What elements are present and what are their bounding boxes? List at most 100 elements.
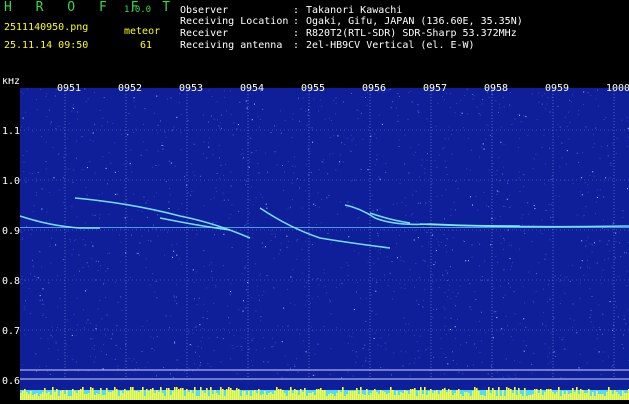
noise-dot: [194, 175, 195, 176]
noise-dot: [402, 202, 403, 203]
noise-dot: [233, 122, 234, 123]
noise-dot: [505, 295, 506, 296]
noise-dot: [46, 116, 47, 117]
noise-dot: [96, 261, 97, 262]
noise-dot: [375, 165, 376, 166]
signal-bar: [142, 387, 144, 400]
noise-dot: [331, 313, 332, 314]
noise-dot: [162, 142, 163, 143]
noise-dot: [340, 154, 341, 155]
noise-dot: [404, 164, 405, 165]
noise-dot: [24, 306, 25, 307]
noise-dot: [94, 345, 95, 346]
noise-dot: [154, 350, 155, 351]
noise-dot: [482, 362, 483, 363]
noise-dot: [433, 309, 434, 310]
noise-dot: [296, 259, 297, 260]
signal-bar: [510, 389, 512, 400]
noise-dot: [26, 226, 27, 227]
noise-dot: [84, 88, 85, 89]
noise-dot: [208, 142, 209, 143]
signal-bar: [438, 394, 440, 400]
noise-dot: [79, 271, 80, 272]
signal-bar: [374, 389, 376, 400]
signal-bar: [440, 391, 442, 400]
noise-dot: [216, 191, 217, 192]
noise-dot: [280, 110, 281, 111]
signal-bar: [172, 391, 174, 400]
noise-dot: [589, 175, 590, 176]
noise-dot: [130, 163, 131, 164]
signal-bar: [220, 387, 222, 400]
signal-bar: [252, 391, 254, 400]
noise-dot: [347, 138, 348, 139]
noise-dot: [392, 101, 393, 102]
noise-dot: [416, 300, 417, 301]
noise-dot: [157, 336, 158, 337]
noise-dot: [34, 276, 35, 277]
noise-dot: [550, 299, 551, 300]
noise-dot: [186, 174, 187, 175]
noise-dot: [282, 165, 283, 166]
noise-dot: [282, 341, 283, 342]
noise-dot: [162, 149, 163, 150]
noise-dot: [531, 241, 532, 242]
noise-dot: [231, 114, 232, 115]
noise-dot: [573, 183, 574, 184]
noise-dot: [323, 269, 324, 270]
noise-dot: [67, 319, 68, 320]
noise-dot: [166, 181, 167, 182]
noise-dot: [65, 134, 66, 135]
noise-dot: [380, 208, 381, 209]
noise-dot: [519, 177, 520, 178]
noise-dot: [220, 361, 221, 362]
noise-dot: [36, 99, 37, 100]
signal-bar: [454, 393, 456, 400]
noise-dot: [70, 328, 71, 329]
noise-dot: [470, 196, 471, 197]
noise-dot: [312, 279, 313, 280]
noise-dot: [532, 373, 533, 374]
signal-bar: [414, 388, 416, 400]
noise-dot: [547, 357, 548, 358]
noise-dot: [257, 286, 258, 287]
signal-bar: [52, 387, 54, 400]
noise-dot: [158, 125, 159, 126]
noise-dot: [130, 277, 131, 278]
noise-dot: [418, 350, 419, 351]
signal-bar: [320, 388, 322, 400]
noise-dot: [230, 283, 231, 284]
noise-dot: [158, 164, 159, 165]
noise-dot: [368, 361, 369, 362]
noise-dot: [158, 151, 159, 152]
noise-dot: [46, 212, 47, 213]
noise-dot: [497, 372, 498, 373]
noise-dot: [324, 273, 325, 274]
noise-dot: [615, 257, 616, 258]
noise-dot: [267, 172, 268, 173]
signal-bar: [474, 387, 476, 400]
signal-bar: [116, 389, 118, 400]
noise-dot: [90, 323, 91, 324]
noise-dot: [385, 163, 386, 164]
noise-dot: [276, 165, 277, 166]
noise-dot: [458, 372, 459, 373]
noise-dot: [330, 137, 331, 138]
noise-dot: [259, 172, 260, 173]
noise-dot: [39, 366, 40, 367]
noise-dot: [507, 230, 508, 231]
noise-dot: [309, 194, 310, 195]
noise-dot: [27, 89, 28, 90]
noise-dot: [522, 224, 523, 225]
noise-dot: [400, 183, 401, 184]
noise-dot: [580, 268, 581, 269]
noise-dot: [569, 122, 570, 123]
signal-bar: [270, 392, 272, 400]
noise-dot: [503, 377, 504, 378]
noise-dot: [120, 348, 121, 349]
noise-dot: [260, 316, 261, 317]
noise-dot: [208, 147, 209, 148]
signal-bar: [184, 396, 186, 400]
noise-dot: [596, 98, 597, 99]
noise-dot: [528, 272, 529, 273]
